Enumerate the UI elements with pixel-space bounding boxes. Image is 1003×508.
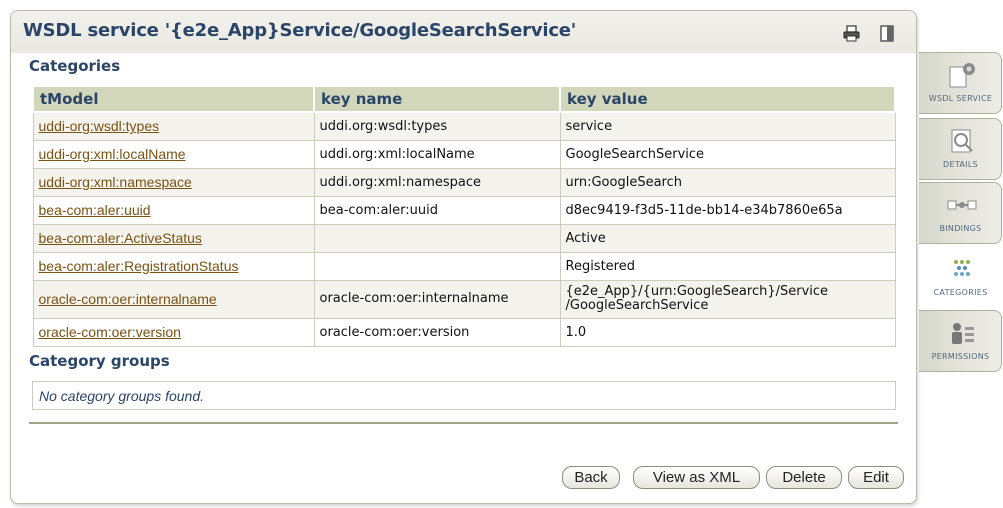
delete-button[interactable]: Delete	[766, 466, 842, 489]
column-header-tmodel: tModel	[32, 85, 315, 113]
table-row: uddi-org:xml:localName uddi.org:xml:loca…	[32, 139, 896, 169]
wsdl-service-icon	[949, 63, 975, 88]
key-value-cell: Active	[559, 223, 896, 253]
key-value-cell: d8ec9419-f3d5-11de-bb14-e34b7860e65a	[559, 195, 896, 225]
column-header-key-name: key name	[313, 85, 561, 113]
key-value-cell: urn:GoogleSearch	[559, 167, 896, 197]
key-value-cell: Registered	[559, 251, 896, 281]
key-name-cell: bea-com:aler:uuid	[313, 195, 561, 225]
category-groups-heading: Category groups	[29, 352, 170, 370]
back-button[interactable]: Back	[562, 466, 620, 489]
tmodel-link[interactable]: bea-com:aler:RegistrationStatus	[39, 258, 239, 274]
categories-table: tModel key name key value uddi-org:wsdl:…	[32, 85, 896, 347]
categories-icon	[954, 260, 970, 276]
table-row: oracle-com:oer:internalname oracle-com:o…	[32, 279, 896, 319]
divider	[29, 422, 898, 424]
tab-label: CATEGORIES	[933, 288, 988, 297]
tmodel-link[interactable]: uddi-org:xml:namespace	[39, 174, 192, 190]
tab-categories[interactable]: CATEGORIES	[919, 246, 1002, 308]
tab-wsdl-service[interactable]: WSDL SERVICE	[919, 52, 1002, 114]
tmodel-link[interactable]: uddi-org:xml:localName	[39, 146, 186, 162]
view-as-xml-button[interactable]: View as XML	[633, 466, 760, 489]
key-name-cell	[313, 251, 561, 281]
tmodel-link[interactable]: oracle-com:oer:internalname	[39, 291, 217, 307]
key-value-cell: 1.0	[559, 317, 896, 347]
tab-label: WSDL SERVICE	[928, 94, 993, 103]
key-value-line: {e2e_App}/{urn:GoogleSearch}/Service	[565, 284, 829, 299]
categories-heading: Categories	[29, 57, 121, 75]
key-name-cell: uddi.org:wsdl:types	[313, 111, 561, 141]
print-icon[interactable]	[843, 25, 860, 42]
column-header-key-value: key value	[559, 85, 896, 113]
tab-label: DETAILS	[943, 160, 978, 169]
key-name-cell: oracle-com:oer:version	[313, 317, 561, 347]
table-row: bea-com:aler:ActiveStatus Active	[32, 223, 896, 253]
key-value-cell: GoogleSearchService	[559, 139, 896, 169]
table-row: oracle-com:oer:version oracle-com:oer:ve…	[32, 317, 896, 347]
tab-label: PERMISSIONS	[931, 352, 990, 361]
permissions-icon	[952, 323, 974, 344]
page-title: WSDL service '{e2e_App}Service/GoogleSea…	[23, 20, 577, 41]
table-row: uddi-org:wsdl:types uddi.org:wsdl:types …	[32, 111, 896, 141]
bindings-icon	[947, 200, 977, 210]
tab-bindings[interactable]: BINDINGS	[919, 182, 1002, 244]
details-icon	[951, 129, 973, 153]
tab-label: BINDINGS	[939, 224, 982, 233]
tab-details[interactable]: DETAILS	[919, 118, 1002, 180]
key-value-cell: service	[559, 111, 896, 141]
key-name-cell: uddi.org:xml:namespace	[313, 167, 561, 197]
tab-permissions[interactable]: PERMISSIONS	[919, 310, 1002, 372]
category-groups-empty-message: No category groups found.	[32, 381, 896, 410]
key-value-line: /GoogleSearchService	[565, 298, 709, 313]
table-row: bea-com:aler:uuid bea-com:aler:uuid d8ec…	[32, 195, 896, 225]
tmodel-link[interactable]: uddi-org:wsdl:types	[39, 118, 160, 134]
tmodel-link[interactable]: bea-com:aler:ActiveStatus	[39, 230, 202, 246]
table-header-row: tModel key name key value	[32, 85, 896, 113]
edit-button[interactable]: Edit	[848, 466, 904, 489]
export-icon[interactable]	[880, 25, 894, 42]
panel-header: WSDL service '{e2e_App}Service/GoogleSea…	[11, 11, 916, 53]
tmodel-link[interactable]: oracle-com:oer:version	[39, 324, 181, 340]
table-row: bea-com:aler:RegistrationStatus Register…	[32, 251, 896, 281]
service-panel: WSDL service '{e2e_App}Service/GoogleSea…	[10, 10, 917, 504]
key-name-cell	[313, 223, 561, 253]
key-name-cell: uddi.org:xml:localName	[313, 139, 561, 169]
key-name-cell: oracle-com:oer:internalname	[313, 279, 561, 319]
key-value-cell: {e2e_App}/{urn:GoogleSearch}/Service/Goo…	[559, 279, 896, 319]
table-row: uddi-org:xml:namespace uddi.org:xml:name…	[32, 167, 896, 197]
tmodel-link[interactable]: bea-com:aler:uuid	[39, 202, 151, 218]
